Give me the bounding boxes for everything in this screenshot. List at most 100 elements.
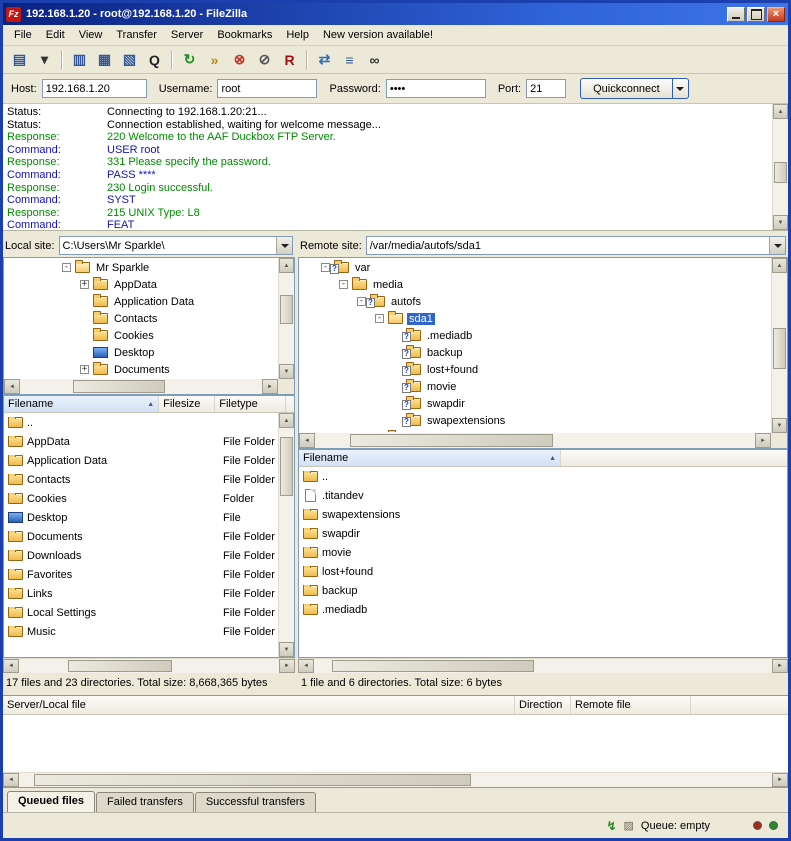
menu-edit[interactable]: Edit [39, 27, 72, 43]
toggle-queue-button[interactable]: Q [143, 49, 166, 71]
file-row[interactable]: CookiesFolder [4, 489, 277, 508]
tree-item[interactable]: Desktop [5, 344, 277, 361]
file-row[interactable]: FavoritesFile Folder [4, 565, 277, 584]
scroll-right-icon[interactable] [772, 773, 788, 787]
reconnect-button[interactable]: R [278, 49, 301, 71]
queue-horizontal-scrollbar[interactable] [3, 772, 788, 787]
tree-item[interactable]: ?movie [300, 378, 770, 395]
file-row[interactable]: AppDataFile Folder [4, 432, 277, 451]
cancel-operation-button[interactable]: ⊗ [228, 49, 251, 71]
tab-failed-transfers[interactable]: Failed transfers [96, 792, 194, 812]
tree-item[interactable]: ?lost+found [300, 361, 770, 378]
toolbar-separator[interactable] [306, 50, 308, 70]
site-manager-button[interactable]: ▤ [8, 49, 31, 71]
tree-item[interactable]: ?.mediadb [300, 327, 770, 344]
chevron-down-icon[interactable] [769, 237, 785, 254]
file-row[interactable]: DesktopFile [4, 508, 277, 527]
scroll-right-icon[interactable] [772, 659, 788, 673]
scroll-down-icon[interactable] [279, 642, 294, 657]
maximize-button[interactable] [747, 7, 765, 22]
tree-expander[interactable]: - [357, 297, 366, 306]
scroll-right-icon[interactable] [279, 659, 295, 673]
file-row[interactable]: Application DataFile Folder [4, 451, 277, 470]
scroll-up-icon[interactable] [772, 258, 787, 273]
tree-expander[interactable]: + [80, 280, 89, 289]
port-input[interactable] [526, 79, 566, 98]
remote-tree-horizontal-scrollbar[interactable] [299, 433, 771, 448]
menu-file[interactable]: File [7, 27, 39, 43]
tree-item[interactable]: -media [300, 276, 770, 293]
tree-item[interactable]: Application Data [5, 293, 277, 310]
tree-expander[interactable]: - [375, 314, 384, 323]
file-row[interactable]: swapdir [299, 524, 787, 543]
menu-server[interactable]: Server [164, 27, 210, 43]
toolbar-separator[interactable] [171, 50, 173, 70]
menu-transfer[interactable]: Transfer [109, 27, 164, 43]
tree-item[interactable]: -Mr Sparkle [5, 259, 277, 276]
scroll-right-icon[interactable] [755, 433, 771, 448]
menu-view[interactable]: View [72, 27, 110, 43]
file-row[interactable]: ContactsFile Folder [4, 470, 277, 489]
tree-expander[interactable]: + [80, 365, 89, 374]
scroll-left-icon[interactable] [299, 433, 315, 448]
file-row[interactable]: backup [299, 581, 787, 600]
tree-expander[interactable]: - [339, 280, 348, 289]
quickconnect-dropdown-button[interactable] [673, 78, 689, 99]
process-queue-button[interactable]: » [203, 49, 226, 71]
local-tree-horizontal-scrollbar[interactable] [4, 379, 278, 394]
tree-expander[interactable]: - [321, 263, 330, 272]
file-row[interactable]: MusicFile Folder [4, 622, 277, 641]
column-direction[interactable]: Direction [515, 696, 571, 714]
file-row[interactable]: lost+found [299, 562, 787, 581]
tree-item[interactable]: ?swapextensions [300, 412, 770, 429]
file-row[interactable]: Local SettingsFile Folder [4, 603, 277, 622]
password-input[interactable] [386, 79, 486, 98]
file-row[interactable]: DocumentsFile Folder [4, 527, 277, 546]
file-row[interactable]: .. [299, 467, 787, 486]
file-row[interactable]: movie [299, 543, 787, 562]
synchronized-browsing-button[interactable]: ⇄ [313, 49, 336, 71]
scroll-up-icon[interactable] [773, 104, 788, 119]
tree-item[interactable]: -?autofs [300, 293, 770, 310]
scroll-left-icon[interactable] [4, 379, 20, 394]
local-site-combobox[interactable]: C:\Users\Mr Sparkle\ [59, 236, 293, 255]
log-vertical-scrollbar[interactable] [772, 104, 788, 230]
file-row[interactable]: swapextensions [299, 505, 787, 524]
file-row[interactable]: LinksFile Folder [4, 584, 277, 603]
scroll-left-icon[interactable] [3, 773, 19, 787]
toggle-local-tree-button[interactable]: ▦ [93, 49, 116, 71]
tree-item[interactable]: ?swapdir [300, 395, 770, 412]
tree-item[interactable]: Cookies [5, 327, 277, 344]
chevron-down-icon[interactable] [276, 237, 292, 254]
host-input[interactable] [42, 79, 147, 98]
column-server-local-file[interactable]: Server/Local file [3, 696, 515, 714]
scroll-right-icon[interactable] [262, 379, 278, 394]
local-list-horizontal-scrollbar[interactable] [3, 658, 295, 673]
column-filename[interactable]: Filename▲ [299, 450, 561, 466]
column-remote-file[interactable]: Remote file [571, 696, 691, 714]
tab-queued-files[interactable]: Queued files [7, 791, 95, 812]
remote-site-combobox[interactable]: /var/media/autofs/sda1 [366, 236, 786, 255]
local-list-vertical-scrollbar[interactable] [278, 413, 294, 657]
minimize-button[interactable] [727, 7, 745, 22]
directory-comparison-button[interactable]: ≡ [338, 49, 361, 71]
file-row[interactable]: DownloadsFile Folder [4, 546, 277, 565]
close-button[interactable]: × [767, 7, 785, 22]
toolbar-separator[interactable] [61, 50, 63, 70]
tree-item[interactable]: -?var [300, 259, 770, 276]
tree-item[interactable]: -sda1 [300, 310, 770, 327]
find-files-button[interactable]: ∞ [363, 49, 386, 71]
tree-item[interactable]: +Documents [5, 361, 277, 378]
speed-limits-icon[interactable]: ↯ [606, 819, 616, 833]
tree-item[interactable]: +AppData [5, 276, 277, 293]
scroll-up-icon[interactable] [279, 413, 294, 428]
tree-item[interactable]: ?backup [300, 344, 770, 361]
menu-help[interactable]: Help [279, 27, 316, 43]
remote-tree-vertical-scrollbar[interactable] [771, 258, 787, 433]
username-input[interactable] [217, 79, 317, 98]
tree-expander[interactable]: - [62, 263, 71, 272]
disconnect-button[interactable]: ⊘ [253, 49, 276, 71]
tree-item[interactable]: Contacts [5, 310, 277, 327]
scroll-down-icon[interactable] [772, 418, 787, 433]
local-tree-vertical-scrollbar[interactable] [278, 258, 294, 379]
